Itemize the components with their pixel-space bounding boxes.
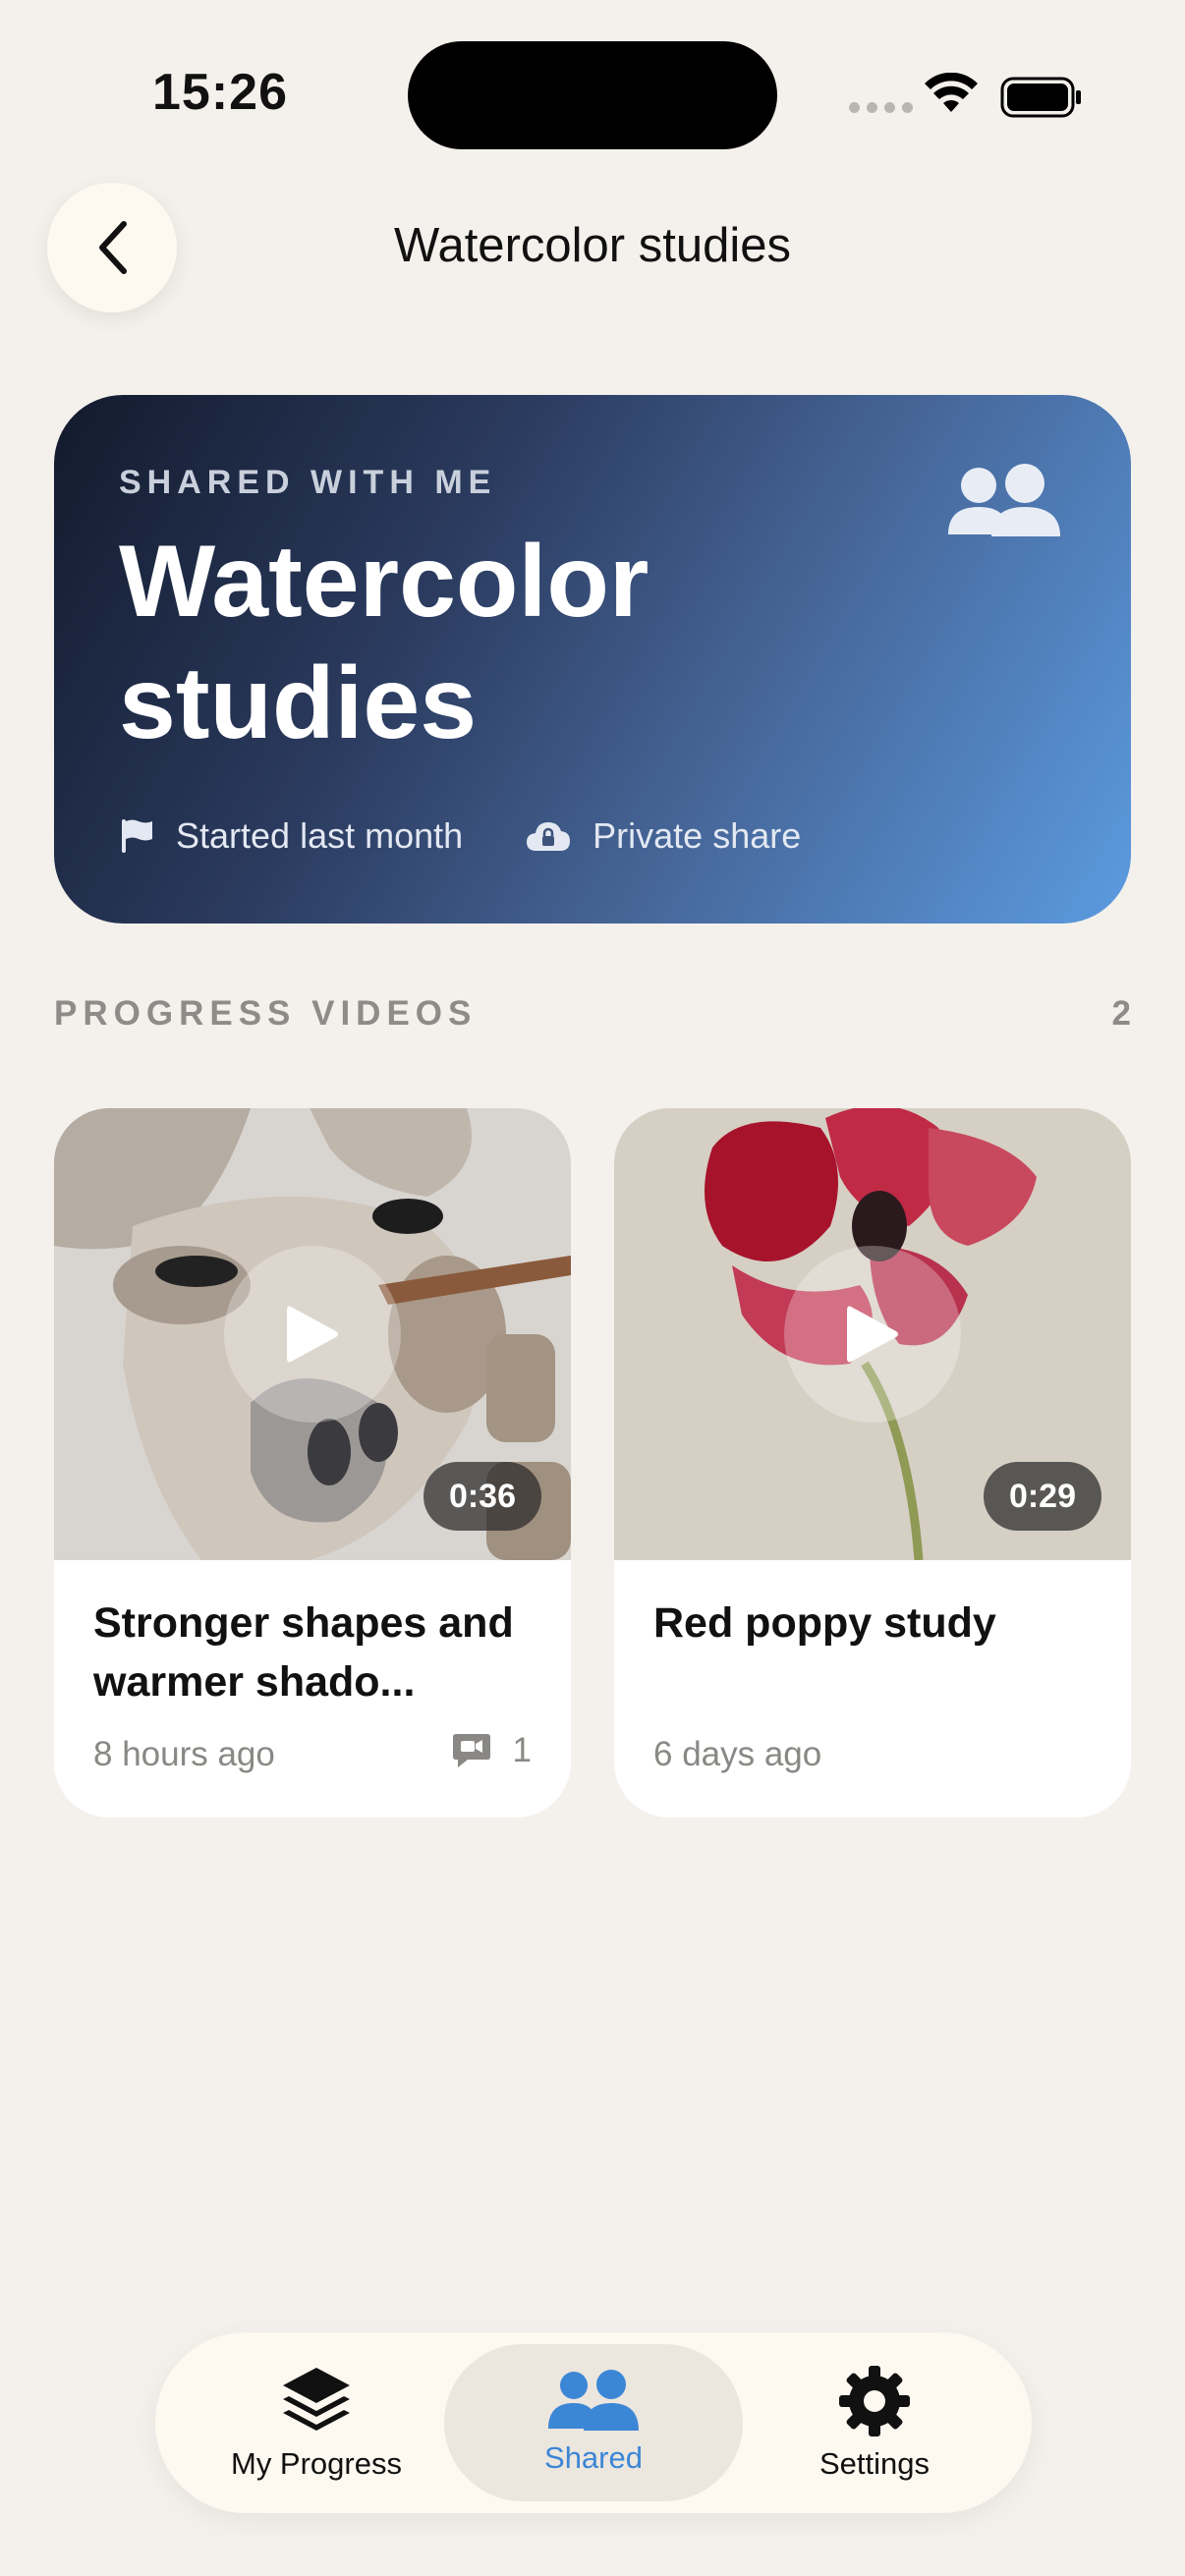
started-label: Started last month <box>176 815 464 856</box>
duration-badge: 0:36 <box>423 1462 541 1531</box>
flag-icon <box>122 819 152 853</box>
tab-label: Settings <box>818 2446 930 2481</box>
hero-title: Watercolor studies <box>119 525 649 760</box>
tab-bar: My Progress Shared Settings <box>155 2332 1032 2513</box>
play-button[interactable] <box>224 1246 401 1423</box>
video-title: Red poppy study <box>653 1599 996 1647</box>
video-comment-icon <box>452 1734 490 1767</box>
play-icon <box>287 1306 338 1363</box>
started-info: Started last month <box>119 815 463 857</box>
video-card[interactable]: 0:36 Stronger shapes and warmer shado...… <box>54 1108 571 1818</box>
play-button[interactable] <box>784 1246 961 1423</box>
play-icon <box>847 1306 898 1363</box>
wifi-icon <box>925 73 978 112</box>
duration-badge: 0:29 <box>983 1462 1101 1531</box>
dynamic-island <box>408 41 777 149</box>
cellular-signal-icon <box>849 102 913 113</box>
privacy-info: Private share <box>526 815 801 857</box>
video-thumbnail: 0:36 <box>54 1108 571 1560</box>
tab-label: Shared <box>544 2440 643 2475</box>
layers-icon <box>283 2368 350 2431</box>
video-count: 2 <box>1111 994 1131 1033</box>
shared-collection-card: SHARED WITH ME Watercolor studies Starte… <box>54 395 1131 924</box>
video-thumbnail: 0:29 <box>614 1108 1131 1560</box>
comments-count: 1 <box>452 1731 532 1770</box>
status-time: 15:26 <box>152 64 288 121</box>
tab-settings[interactable]: Settings <box>737 2332 1012 2513</box>
gear-icon <box>839 2366 910 2436</box>
hero-kicker: SHARED WITH ME <box>119 464 497 501</box>
video-card[interactable]: 0:29 Red poppy study 6 days ago <box>614 1108 1131 1818</box>
tab-shared[interactable]: Shared <box>444 2332 743 2513</box>
people-icon <box>948 464 1060 536</box>
cloud-lock-icon <box>527 822 571 851</box>
tab-my-progress[interactable]: My Progress <box>179 2332 454 2513</box>
people-icon <box>548 2370 639 2431</box>
battery-icon <box>1000 77 1081 118</box>
video-age: 6 days ago <box>653 1735 822 1773</box>
comments-count-label: 1 <box>512 1731 532 1769</box>
section-title: PROGRESS VIDEOS <box>54 994 478 1033</box>
page-title: Watercolor studies <box>394 219 791 272</box>
video-title: Stronger shapes and warmer shado... <box>93 1599 514 1706</box>
video-age: 8 hours ago <box>93 1735 275 1773</box>
privacy-label: Private share <box>592 815 802 856</box>
tab-label: My Progress <box>231 2446 402 2481</box>
